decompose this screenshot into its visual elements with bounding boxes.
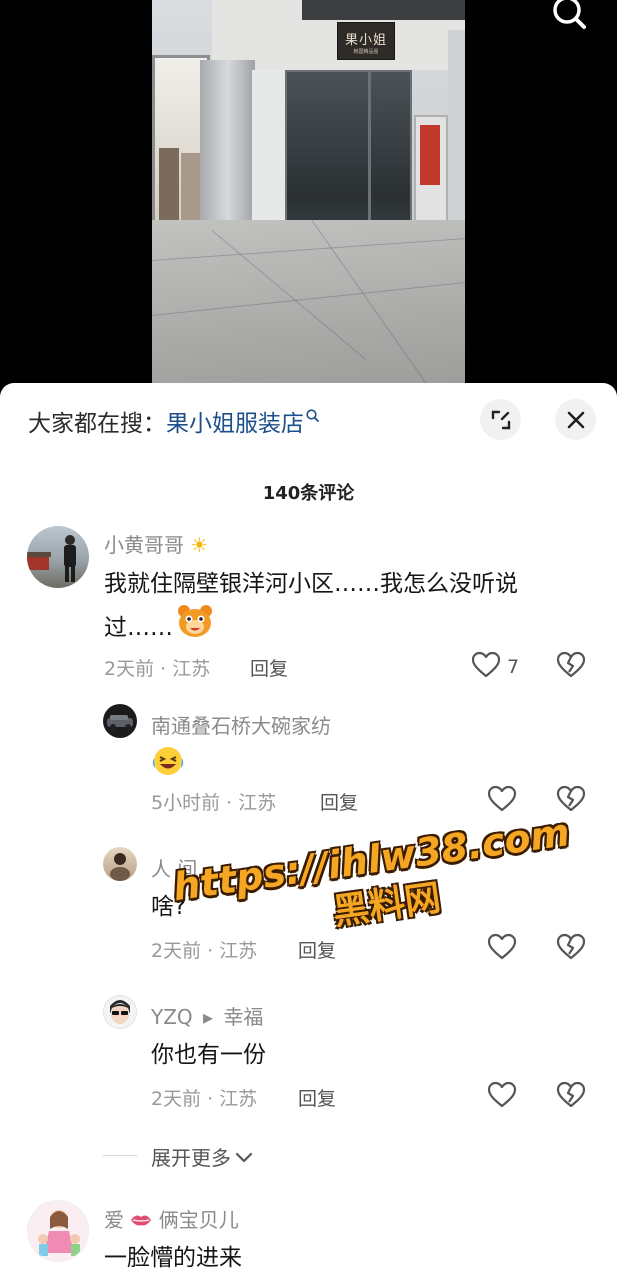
reply-button[interactable]: 回复 xyxy=(320,788,358,815)
expand-more-label: 展开更多 xyxy=(151,1146,231,1170)
comment-text: 我就住隔壁银洋河小区……我怎么没听说 过…… xyxy=(104,564,574,651)
username-text: 小黄哥哥 xyxy=(104,533,184,557)
trending-search-prefix: 大家都在搜： xyxy=(28,411,166,437)
heart-icon xyxy=(471,651,501,683)
comment-text: 一脸懵的进来 xyxy=(104,1245,242,1271)
video-frame: 果小姐 韩国精品屋 xyxy=(152,0,465,400)
awning xyxy=(302,0,465,20)
store-sign-text: 果小姐 xyxy=(344,33,387,48)
reply-meta: 5小时前 · 江苏 xyxy=(151,792,277,814)
close-icon[interactable] xyxy=(555,399,596,440)
lips-emoji xyxy=(130,1208,158,1232)
reply-button[interactable]: 回复 xyxy=(250,654,288,681)
reply-to-arrow-icon: ▸ xyxy=(203,1005,214,1029)
reply-username[interactable]: 南通叠石桥大碗家纺 xyxy=(151,710,331,739)
reply-to-username[interactable]: 幸福 xyxy=(223,1005,263,1029)
comment-text-line: 我就住隔壁银洋河小区……我怎么没听说 xyxy=(104,571,518,597)
comment-text-line-end: 过…… xyxy=(104,614,173,641)
reply-button[interactable]: 回复 xyxy=(298,1084,336,1111)
comment-username[interactable]: 爱 俩宝贝儿 xyxy=(104,1204,239,1233)
comment-username[interactable]: 小黄哥哥 ☀ xyxy=(104,529,208,558)
expand-icon[interactable] xyxy=(480,399,521,440)
laughing-crying-emoji xyxy=(151,744,185,782)
chevron-down-icon xyxy=(235,1145,253,1169)
avatar[interactable] xyxy=(103,995,137,1029)
broken-heart-icon[interactable] xyxy=(556,651,586,683)
broken-heart-icon[interactable] xyxy=(556,1081,586,1113)
avatar[interactable] xyxy=(27,1200,89,1262)
search-icon xyxy=(306,408,320,427)
heart-icon xyxy=(487,1081,517,1113)
comment-count: 140条评论 xyxy=(262,483,355,504)
like-button[interactable] xyxy=(487,1081,517,1113)
trending-search-term[interactable]: 果小姐服装店 xyxy=(166,404,304,438)
avatar[interactable] xyxy=(27,526,89,588)
search-icon[interactable] xyxy=(549,0,589,32)
username-text-suffix: 俩宝贝儿 xyxy=(158,1208,239,1232)
avatar[interactable] xyxy=(103,847,137,881)
vending-machine-panel xyxy=(420,125,440,185)
video-player[interactable]: 果小姐 韩国精品屋 xyxy=(0,0,617,400)
username-text: YZQ xyxy=(151,1005,193,1029)
column xyxy=(448,30,465,230)
bear-face-emoji xyxy=(177,604,213,651)
comment-text-line: 过…… xyxy=(104,604,574,651)
like-button[interactable] xyxy=(487,785,517,817)
sun-emoji: ☀ xyxy=(190,533,209,557)
comment-meta: 2天前 · 江苏 xyxy=(104,658,211,680)
store-sign-subtext: 韩国精品屋 xyxy=(353,49,379,55)
tiled-floor xyxy=(152,220,465,400)
avatar[interactable] xyxy=(103,704,137,738)
divider xyxy=(103,1155,137,1156)
trending-search[interactable]: 大家都在搜： 果小姐服装店 xyxy=(28,403,320,439)
heart-icon xyxy=(487,785,517,817)
like-button[interactable]: 7 xyxy=(471,651,519,683)
expand-more-replies-button[interactable]: 展开更多 xyxy=(151,1142,253,1171)
username-text-prefix: 爱 xyxy=(104,1208,124,1232)
like-count: 7 xyxy=(507,656,520,678)
reply-text: 你也有一份 xyxy=(151,1042,266,1068)
reply-meta: 2天前 · 江苏 xyxy=(151,1088,258,1110)
store-sign: 果小姐 韩国精品屋 xyxy=(337,22,395,60)
reply-username[interactable]: YZQ ▸ 幸福 xyxy=(151,1001,263,1030)
